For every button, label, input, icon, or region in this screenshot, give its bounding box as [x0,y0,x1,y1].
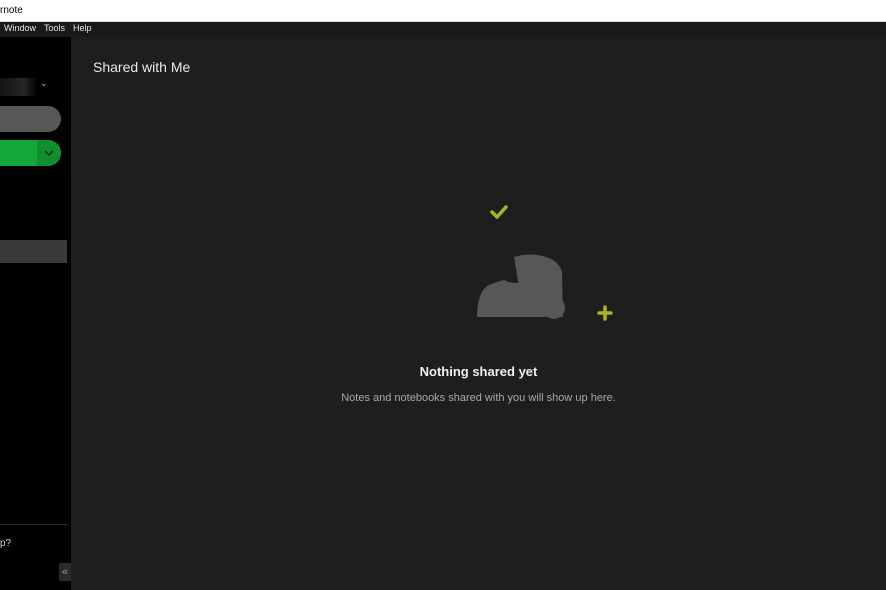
menu-tools[interactable]: Tools [44,23,65,33]
sidebar-divider [0,524,69,525]
chevron-down-icon [44,150,54,157]
chevron-down-icon[interactable]: ⌄ [40,78,48,89]
menu-window[interactable]: Window [4,23,36,33]
empty-state-description: Notes and notebooks shared with you will… [341,392,616,404]
new-note-dropdown[interactable] [37,140,61,166]
page-title: Shared with Me [93,59,191,75]
menu-bar: Window Tools Help [0,22,886,37]
plus-icon [597,305,613,321]
empty-state-heading: Nothing shared yet [419,364,538,379]
empty-state-illustration [477,205,613,321]
search-button[interactable] [0,106,61,132]
checkmark-icon [490,205,508,219]
menu-help[interactable]: Help [73,23,92,33]
new-note-button[interactable] [0,140,61,166]
main-panel: Shared with Me Nothing shared yet Notes … [71,37,886,590]
sidebar: ⌄ p? « [0,37,71,590]
account-switcher[interactable] [0,78,38,96]
collapse-sidebar-icon[interactable]: « [59,563,71,581]
sidebar-item-shared-with-me[interactable] [0,240,67,263]
help-link[interactable]: p? [0,538,11,549]
shared-people-icon [477,254,565,319]
title-bar: rnote [0,0,886,22]
app-title: rnote [0,5,23,16]
